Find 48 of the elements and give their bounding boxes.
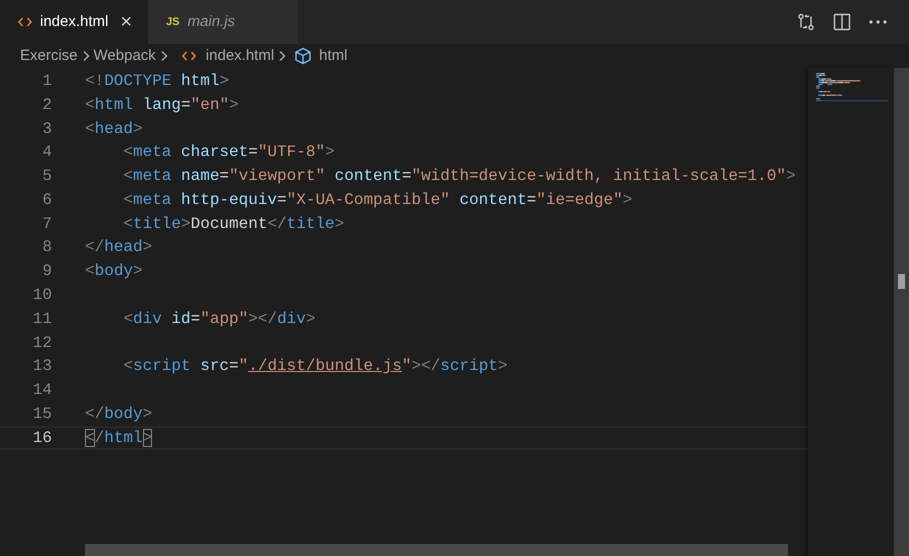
- breadcrumb-item[interactable]: Exercise: [20, 44, 78, 68]
- line-number: 16: [32, 428, 52, 449]
- horizontal-scrollbar[interactable]: [85, 544, 788, 556]
- minimap-drawing: [816, 73, 888, 103]
- code-line: </head>: [85, 237, 152, 258]
- line-number: 10: [32, 285, 52, 306]
- code-line: <title>Document</title>: [123, 214, 344, 235]
- file-type-icon: JS: [166, 14, 180, 30]
- code-line: <script src="./dist/bundle.js"></script>: [123, 356, 508, 378]
- line-number: 3: [41, 118, 52, 140]
- code-icon: [182, 50, 196, 62]
- editor-tab[interactable]: JS main.js: [148, 0, 298, 44]
- split-editor-icon[interactable]: [833, 13, 851, 31]
- line-number: 11: [32, 308, 52, 330]
- editor-tab[interactable]: index.html ×: [0, 0, 148, 44]
- line-number: 13: [32, 356, 52, 378]
- line-number: 12: [32, 332, 52, 354]
- line-number: 6: [41, 190, 52, 211]
- line-number: 1: [41, 70, 52, 92]
- close-icon[interactable]: ×: [120, 12, 132, 32]
- code-line: <meta name="viewport" content="width=device-width, initial-scale=1.0">: [123, 166, 796, 188]
- line-number: 7: [41, 214, 52, 235]
- line-number: 9: [41, 261, 52, 282]
- code-line: <html lang="en">: [85, 94, 239, 116]
- line-number: 15: [32, 404, 52, 426]
- chevron-icon: [278, 50, 286, 62]
- more-actions-icon[interactable]: [869, 20, 887, 24]
- code-line: </body>: [85, 404, 152, 426]
- line-number: 5: [41, 166, 52, 188]
- line-number: 14: [32, 380, 52, 402]
- code-line: <meta http-equiv="X-UA-Compatible" content="ie=edge">: [123, 190, 632, 211]
- breadcrumb-item[interactable]: html: [319, 44, 348, 68]
- compare-changes-icon[interactable]: [797, 13, 815, 31]
- scrollbar-thumb[interactable]: [898, 274, 905, 289]
- breadcrumb-item[interactable]: index.html: [206, 44, 274, 68]
- code-line: <body>: [85, 261, 143, 282]
- chevron-icon: [160, 50, 168, 62]
- chevron-icon: [82, 50, 90, 62]
- cube-icon: [294, 47, 312, 65]
- line-number: 2: [41, 94, 52, 116]
- code-icon: [18, 16, 32, 28]
- code-line: <head>: [85, 118, 143, 140]
- code-line: <meta charset="UTF-8">: [123, 142, 335, 164]
- line-number: 4: [41, 142, 52, 164]
- breadcrumb-item[interactable]: Webpack: [94, 44, 156, 68]
- code-line: <div id="app"></div>: [123, 308, 316, 330]
- code-line: <!DOCTYPE html>: [85, 70, 230, 92]
- line-number: 8: [41, 237, 52, 258]
